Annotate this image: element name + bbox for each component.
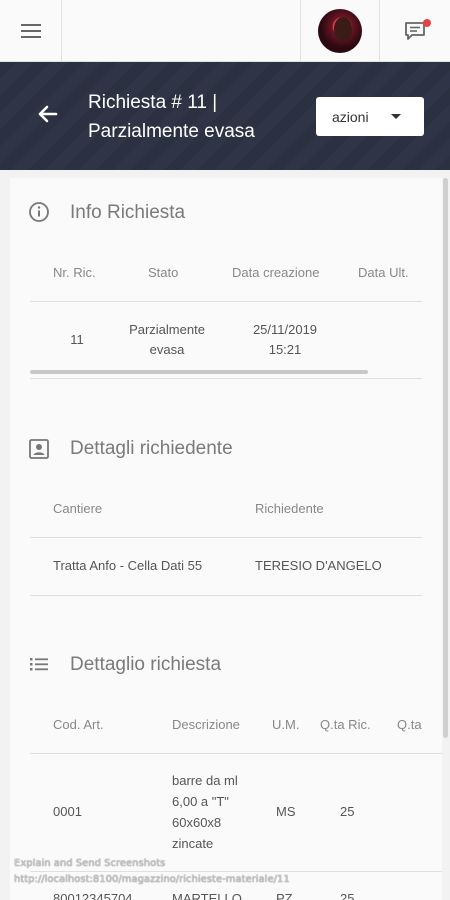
top-bar <box>0 0 450 62</box>
actions-label: azioni <box>332 108 369 125</box>
column-header-data-creazione: Data creazione <box>232 265 320 280</box>
arrow-left-icon <box>38 105 58 123</box>
cell-data-creazione: 25/11/2019 15:21 <box>252 322 318 357</box>
info-icon <box>29 202 49 222</box>
cell-cantiere: Tratta Anfo - Cella Dati 55 <box>53 558 203 573</box>
cell-qta-ric: 25 <box>340 804 355 819</box>
column-header-data-ult: Data Ult. <box>358 265 409 280</box>
caret-down-icon <box>391 114 401 119</box>
divider <box>30 378 422 379</box>
divider <box>30 595 422 596</box>
list-icon <box>30 658 48 671</box>
overlay-caption: Explain and Send Screenshots <box>14 858 166 869</box>
messages-button[interactable] <box>380 0 450 62</box>
notification-dot <box>423 19 431 27</box>
column-header-um: U.M. <box>272 717 300 732</box>
column-header-qta-ric: Q.ta Ric. <box>320 717 371 732</box>
cell-um: MS <box>276 804 296 819</box>
cell-stato: Parzialmente evasa <box>129 322 205 357</box>
cell-richiedente: TERESIO D'ANGELO <box>255 558 382 573</box>
horizontal-scrollbar[interactable] <box>30 370 368 374</box>
column-header-richiedente: Richiedente <box>255 501 324 516</box>
actions-dropdown[interactable]: azioni <box>316 97 424 136</box>
column-header-cod-art: Cod. Art. <box>53 717 104 732</box>
avatar-button[interactable] <box>300 0 380 62</box>
divider <box>30 753 442 754</box>
page-title: Richiesta # 11 | Parzialmente evasa <box>88 92 255 142</box>
column-header-stato: Stato <box>148 265 179 280</box>
column-header-qta: Q.ta <box>397 717 422 732</box>
overlay-url: http://localhost:8100/magazzino/richiest… <box>14 874 290 885</box>
user-card-icon <box>29 439 49 459</box>
hamburger-icon <box>20 22 41 40</box>
divider <box>30 537 422 538</box>
cell-cod-art: 80012345704 <box>53 891 133 900</box>
cell-qta-ric: 25 <box>340 891 355 900</box>
avatar <box>318 9 362 53</box>
cell-cod-art: 0001 <box>53 804 82 819</box>
cell-descrizione: barre da ml 6,00 a "T" 60x60x8 zincate <box>172 773 238 851</box>
cell-descrizione: MARTELLO <box>172 891 242 900</box>
back-button[interactable] <box>36 104 58 129</box>
column-header-nr: Nr. Ric. <box>53 265 96 280</box>
column-header-cantiere: Cantiere <box>53 501 103 516</box>
section-title-info: Info Richiesta <box>70 202 186 223</box>
cell-um: PZ <box>276 891 293 900</box>
content-card: Info Richiesta Nr. Ric. Stato Data creaz… <box>10 178 442 900</box>
menu-button[interactable] <box>0 0 62 62</box>
column-header-descrizione: Descrizione <box>172 717 240 732</box>
section-title-dettaglio: Dettaglio richiesta <box>70 654 222 675</box>
divider <box>30 871 442 872</box>
cell-nr: 11 <box>70 332 84 347</box>
page-header: Richiesta # 11 | Parzialmente evasa azio… <box>0 62 450 170</box>
vertical-scrollbar[interactable] <box>443 178 448 738</box>
section-title-richiedente: Dettagli richiedente <box>70 438 233 459</box>
divider <box>30 301 422 302</box>
